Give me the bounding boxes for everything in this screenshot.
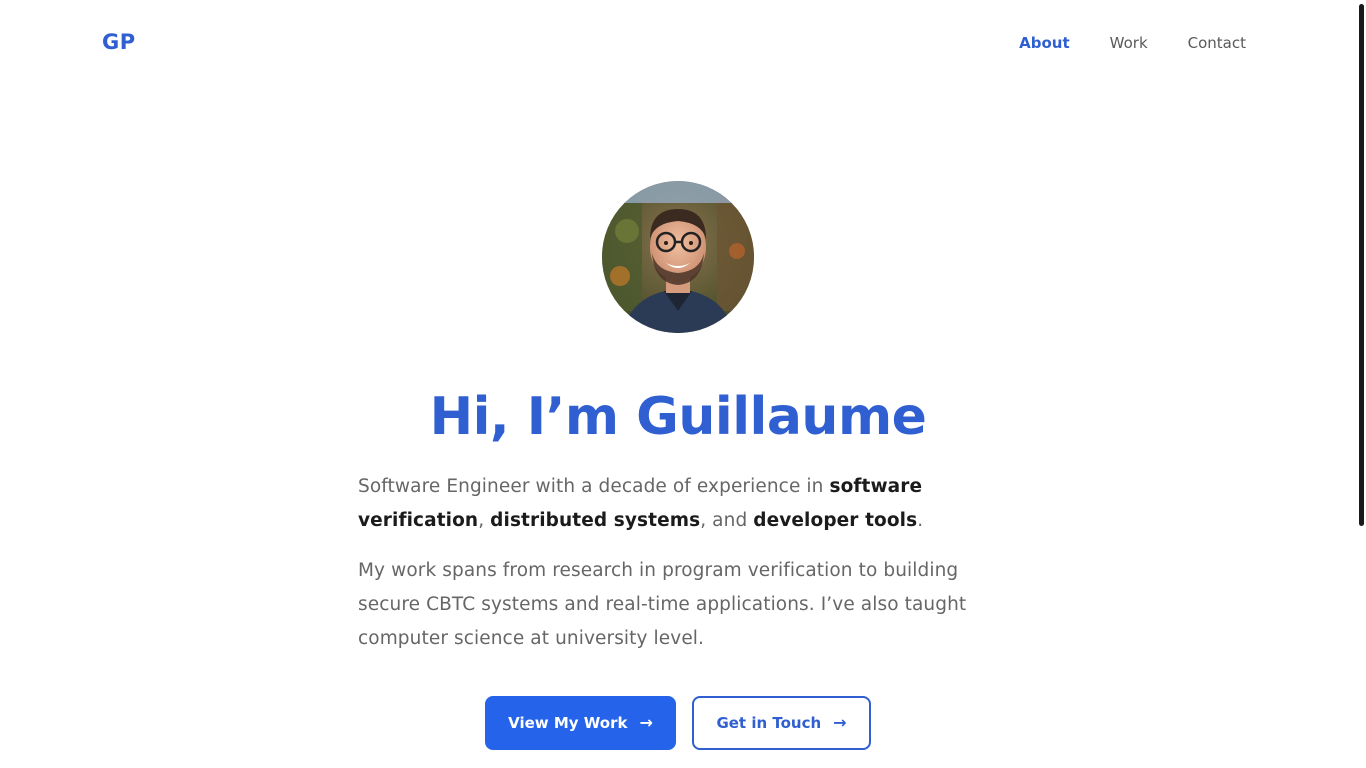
bio-paragraph: My work spans from research in program v… xyxy=(358,560,967,649)
skill-developer-tools: developer tools xyxy=(753,510,918,531)
page: GP About Work Contact Hi, I’m Guillaume … xyxy=(0,0,1366,768)
intro-separator: , and xyxy=(700,510,754,531)
get-in-touch-label: Get in Touch xyxy=(716,714,822,732)
page-scrollbar[interactable] xyxy=(1359,4,1364,526)
nav-link-work[interactable]: Work xyxy=(1110,33,1148,53)
nav-link-about[interactable]: About xyxy=(1019,33,1070,53)
view-my-work-label: View My Work xyxy=(508,714,628,732)
avatar xyxy=(602,181,754,333)
intro-prefix: Software Engineer with a decade of exper… xyxy=(358,476,830,497)
hero-title: Hi, I’m Guillaume xyxy=(429,387,927,447)
nav-link-contact[interactable]: Contact xyxy=(1188,33,1246,53)
get-in-touch-button[interactable]: Get in Touch → xyxy=(692,696,871,750)
intro-suffix: . xyxy=(917,510,924,531)
logo-link[interactable]: GP xyxy=(102,30,136,54)
intro-paragraph: Software Engineer with a decade of exper… xyxy=(358,470,998,538)
profile-photo-icon xyxy=(602,181,754,333)
skill-distributed-systems: distributed systems xyxy=(490,510,701,531)
arrow-right-icon: → xyxy=(833,713,847,732)
main-nav: About Work Contact xyxy=(1019,33,1246,53)
intro-separator: , xyxy=(478,510,491,531)
arrow-right-icon: → xyxy=(639,713,653,732)
view-my-work-button[interactable]: View My Work → xyxy=(485,696,676,750)
